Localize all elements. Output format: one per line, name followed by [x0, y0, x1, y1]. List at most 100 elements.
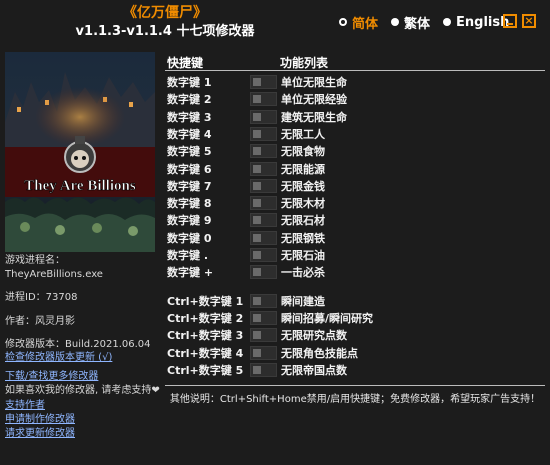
function-label: 瞬间建造 — [281, 294, 325, 308]
hotkey-row: 数字键 4 无限工人 — [165, 125, 545, 142]
toggle-switch[interactable] — [250, 196, 277, 211]
hotkey-row: 数字键 6 无限能源 — [165, 160, 545, 177]
support-text: 如果喜欢我的修改器, 请考虑支持❤ — [5, 385, 160, 396]
hotkey-label: 数字键 1 — [167, 76, 212, 89]
hotkey-row: Ctrl+数字键 4 无限角色技能点 — [165, 344, 545, 361]
toggle-switch[interactable] — [250, 92, 277, 107]
hotkey-row: 数字键 8 无限木材 — [165, 194, 545, 211]
hotkey-label: Ctrl+数字键 3 — [167, 329, 244, 343]
function-label: 无限工人 — [281, 127, 325, 141]
cover-art: They Are Billions — [5, 52, 155, 252]
lang-label: 繁体 — [404, 16, 431, 32]
cover-title-text: They Are Billions — [24, 178, 136, 194]
hotkey-label: 数字键 0 — [167, 231, 212, 245]
toggle-switch[interactable] — [250, 265, 277, 280]
function-label: 无限金钱 — [281, 179, 325, 193]
hotkey-label: 数字键 + — [167, 266, 214, 280]
function-label: 无限角色技能点 — [281, 346, 358, 360]
hotkey-row: 数字键 . 无限石油 — [165, 246, 545, 263]
radio-icon — [391, 18, 400, 26]
function-label: 无限石油 — [281, 249, 325, 262]
process-id: 进程ID：73708 — [5, 292, 78, 303]
function-label: 无限帝国点数 — [281, 363, 347, 377]
hotkey-row: Ctrl+数字键 2 瞬间招募/瞬间研究 — [165, 309, 545, 326]
toggle-switch[interactable] — [250, 75, 277, 89]
lang-option-traditional[interactable]: 繁体 — [391, 13, 430, 32]
hotkey-label: 数字键 5 — [167, 145, 212, 159]
minimize-icon[interactable] — [503, 14, 517, 28]
hotkey-label: 数字键 3 — [167, 110, 212, 124]
toggle-switch[interactable] — [250, 144, 277, 159]
request-update-link[interactable]: 请求更新修改器 — [5, 427, 75, 441]
hotkey-label: 数字键 6 — [167, 162, 212, 176]
function-label: 建筑无限生命 — [281, 110, 347, 124]
hotkey-row: 数字键 2 单位无限经验 — [165, 90, 545, 107]
function-label: 单位无限生命 — [281, 76, 347, 89]
download-more-link[interactable]: 下载/查找更多修改器 — [5, 370, 98, 384]
check-update-link[interactable]: 检查修改器版本更新 (√) — [5, 351, 112, 365]
header-divider — [165, 70, 545, 71]
toggle-switch[interactable] — [250, 230, 277, 245]
function-label: 无限石材 — [281, 214, 325, 228]
toggle-switch[interactable] — [250, 293, 277, 308]
language-selector: 简体 繁体 English — [339, 12, 522, 32]
toggle-switch[interactable] — [250, 109, 277, 124]
hotkey-row: 数字键 3 建筑无限生命 — [165, 108, 545, 125]
toggle-switch[interactable] — [250, 310, 277, 325]
version-title: v1.1.3-v1.1.4 十七项修改器 — [75, 24, 255, 39]
game-title: 《亿万僵尸》 — [123, 5, 207, 21]
author: 作者：风灵月影 — [5, 316, 75, 327]
hotkey-label: 数字键 8 — [167, 197, 212, 211]
toggle-switch[interactable] — [250, 213, 277, 228]
toggle-switch[interactable] — [250, 178, 277, 193]
support-author-link[interactable]: 支持作者 — [5, 399, 45, 413]
column-header-hotkey: 快捷键 — [167, 56, 204, 70]
hotkey-label: 数字键 . — [167, 249, 209, 262]
function-label: 一击必杀 — [281, 266, 325, 280]
column-header-function: 功能列表 — [280, 56, 329, 70]
hotkey-row: 数字键 0 无限钢铁 — [165, 229, 545, 246]
function-label: 无限木材 — [281, 197, 325, 211]
function-label: 无限钢铁 — [281, 231, 325, 245]
lang-label: 简体 — [352, 16, 379, 32]
title-block: 《亿万僵尸》 v1.1.3-v1.1.4 十七项修改器 — [0, 4, 330, 42]
lang-label: English — [456, 14, 510, 30]
hotkey-row: 数字键 5 无限食物 — [165, 142, 545, 159]
hotkey-label: 数字键 9 — [167, 214, 212, 228]
function-label: 无限研究点数 — [281, 329, 347, 343]
radio-icon — [443, 18, 452, 26]
hotkey-label: 数字键 2 — [167, 93, 212, 107]
radio-selected-icon — [339, 18, 347, 26]
request-trainer-link[interactable]: 申请制作修改器 — [5, 413, 75, 427]
process-name: TheyAreBillions.exe — [5, 269, 103, 280]
hotkey-label: Ctrl+数字键 4 — [167, 346, 244, 360]
lang-option-english[interactable]: English — [443, 15, 509, 30]
toggle-switch[interactable] — [250, 328, 277, 343]
function-label: 无限食物 — [281, 145, 325, 159]
toggle-switch[interactable] — [250, 362, 277, 377]
hotkey-row: 数字键 + 一击必杀 — [165, 263, 545, 280]
toggle-switch[interactable] — [250, 345, 277, 360]
toggle-switch[interactable] — [250, 248, 277, 262]
hotkey-row: Ctrl+数字键 1 瞬间建造 — [165, 292, 545, 309]
process-label: 游戏进程名： — [5, 255, 65, 266]
hotkey-label: Ctrl+数字键 5 — [167, 363, 244, 377]
lang-option-simplified[interactable]: 简体 — [339, 13, 378, 32]
hotkey-label: Ctrl+数字键 2 — [167, 311, 244, 325]
toggle-switch[interactable] — [250, 161, 277, 176]
hotkey-label: 数字键 7 — [167, 179, 212, 193]
hotkey-row: 数字键 7 无限金钱 — [165, 177, 545, 194]
footer-divider — [165, 385, 545, 386]
close-icon[interactable]: × — [522, 14, 536, 28]
function-label: 无限能源 — [281, 162, 325, 176]
footer-note: 其他说明：Ctrl+Shift+Home禁用/启用快捷键；免费修改器，希望玩家广… — [169, 394, 541, 405]
hotkey-label: 数字键 4 — [167, 127, 212, 141]
toggle-switch[interactable] — [250, 126, 277, 141]
function-label: 单位无限经验 — [281, 93, 347, 107]
build-version: 修改器版本：Build.2021.06.04 — [5, 339, 151, 350]
hotkey-row: Ctrl+数字键 3 无限研究点数 — [165, 326, 545, 343]
game-cover-image: They Are Billions — [5, 52, 155, 252]
hotkey-label: Ctrl+数字键 1 — [167, 294, 244, 308]
hotkey-row: Ctrl+数字键 5 无限帝国点数 — [165, 361, 545, 378]
hotkey-row: 数字键 1 单位无限生命 — [165, 73, 545, 90]
